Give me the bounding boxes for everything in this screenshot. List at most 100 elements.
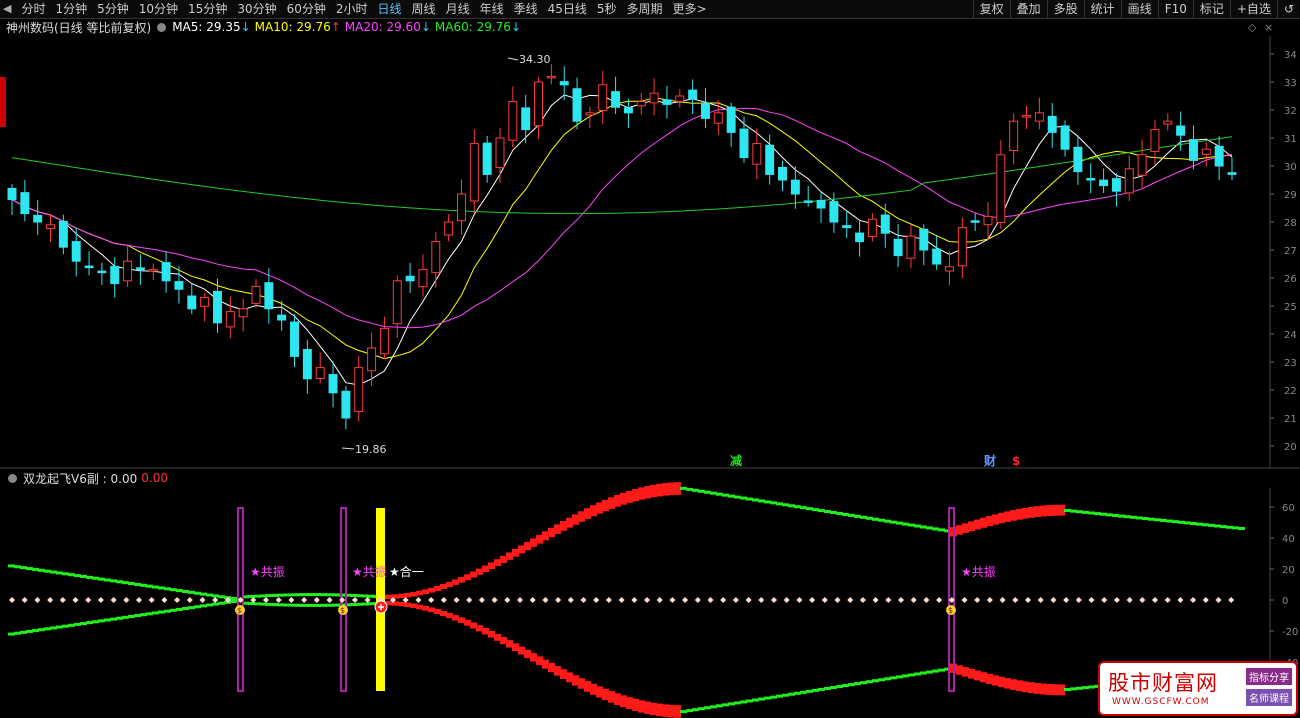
- candle-body: [328, 374, 338, 394]
- event-marker[interactable]: $: [1012, 454, 1020, 468]
- period-tab[interactable]: 更多>: [668, 0, 712, 18]
- band-lower-segment: [116, 616, 123, 620]
- band-upper-segment: [914, 524, 921, 528]
- toolbar-button[interactable]: 复权: [972, 0, 1010, 18]
- band-lower-segment: [176, 607, 183, 611]
- toolbar-right-buttons: 复权 叠加 多股 统计 画线 F10 标记 +自选 ↺: [972, 0, 1300, 18]
- band-lower-segment: [410, 603, 417, 608]
- toolbar-button[interactable]: 标记: [1192, 0, 1230, 18]
- band-lower-segment: [566, 672, 573, 683]
- band-lower-segment: [230, 599, 237, 603]
- band-upper-segment: [500, 555, 507, 563]
- band-lower-segment: [974, 670, 981, 681]
- band-upper-segment: [488, 562, 495, 570]
- zero-diamond: [199, 597, 206, 603]
- y-tick-label: 28: [1284, 218, 1297, 229]
- band-upper-segment: [212, 594, 219, 598]
- toolbar-button[interactable]: 多股: [1046, 0, 1084, 18]
- zero-diamond: [110, 597, 117, 603]
- band-lower-segment: [194, 605, 201, 609]
- band-upper-segment: [986, 516, 993, 527]
- zero-diamond: [1228, 597, 1235, 603]
- band-lower-segment: [560, 669, 567, 679]
- period-tab[interactable]: 月线: [441, 0, 475, 18]
- diamond-icon[interactable]: ◇: [1248, 21, 1257, 34]
- band-lower-segment: [1010, 679, 1017, 690]
- band-upper-segment: [1142, 517, 1149, 521]
- period-tab[interactable]: 45日线: [543, 0, 592, 18]
- candle-body: [970, 220, 980, 223]
- event-marker[interactable]: 财: [983, 453, 996, 468]
- toolbar-button[interactable]: 叠加: [1009, 0, 1047, 18]
- band-lower-segment: [722, 703, 729, 707]
- toolbar-button[interactable]: ↺: [1276, 0, 1300, 18]
- band-lower-segment: [476, 625, 483, 632]
- period-tab[interactable]: 5分钟: [92, 0, 134, 18]
- candle-body: [700, 102, 710, 119]
- period-tab[interactable]: 1分钟: [50, 0, 92, 18]
- band-upper-segment: [1202, 523, 1209, 527]
- zero-diamond: [453, 597, 460, 603]
- period-tab[interactable]: 年线: [475, 0, 509, 18]
- zero-diamond: [707, 597, 714, 603]
- event-marker[interactable]: 减: [730, 453, 742, 468]
- candle-body: [829, 201, 839, 223]
- candle-body: [1047, 115, 1057, 133]
- zero-diamond: [1063, 597, 1070, 603]
- band-lower-segment: [314, 603, 321, 607]
- band-lower-segment: [872, 679, 879, 683]
- money-bag-glyph: $: [340, 606, 345, 615]
- toolbar-button[interactable]: +自选: [1229, 0, 1277, 18]
- band-upper-segment: [230, 597, 237, 601]
- period-tab[interactable]: 多周期: [622, 0, 668, 18]
- candle-body: [1009, 120, 1019, 152]
- band-upper-segment: [1028, 506, 1035, 518]
- period-tab[interactable]: 周线: [407, 0, 441, 18]
- back-arrow-icon[interactable]: ◀: [0, 0, 16, 18]
- candlestick-chart[interactable]: ◇ × 34 33 32 31 30 29 28 27 26 25 24 23 22 21 20 34.30…: [0, 18, 1300, 469]
- band-lower-segment: [854, 682, 861, 686]
- period-tab[interactable]: 15分钟: [183, 0, 232, 18]
- band-lower-segment: [680, 710, 687, 714]
- band-lower-segment: [800, 690, 807, 694]
- zero-diamond: [1075, 597, 1082, 603]
- period-tab[interactable]: 5秒: [592, 0, 622, 18]
- band-lower-segment: [998, 676, 1005, 688]
- signal-label: ★共振: [961, 565, 996, 579]
- toolbar-button[interactable]: 统计: [1083, 0, 1121, 18]
- candle-body: [367, 347, 377, 372]
- candle-body: [84, 265, 94, 269]
- zero-diamond: [161, 597, 168, 603]
- band-lower-segment: [32, 629, 39, 633]
- period-tab[interactable]: 季线: [509, 0, 543, 18]
- close-icon[interactable]: ×: [1264, 21, 1273, 34]
- zero-diamond: [148, 597, 155, 603]
- period-tab[interactable]: 10分钟: [134, 0, 183, 18]
- period-tab[interactable]: 分时: [16, 0, 50, 18]
- band-upper-segment: [140, 583, 147, 587]
- band-lower-segment: [188, 606, 195, 610]
- band-upper-segment: [494, 559, 501, 567]
- candle-body: [675, 95, 685, 102]
- band-upper-segment: [788, 504, 795, 508]
- period-tab[interactable]: 2小时: [331, 0, 373, 18]
- y-tick-label: 22: [1284, 386, 1297, 397]
- toolbar-button[interactable]: 画线: [1120, 0, 1158, 18]
- band-lower-segment: [1058, 684, 1065, 696]
- period-tab[interactable]: 30分钟: [232, 0, 281, 18]
- ind-y-tick-label: 20: [1282, 565, 1295, 576]
- zero-diamond: [491, 597, 498, 603]
- band-lower-segment: [86, 621, 93, 625]
- period-tab[interactable]: 日线: [373, 0, 407, 18]
- ma60-line: [11, 136, 1233, 215]
- band-lower-segment: [416, 604, 423, 610]
- zero-diamond: [1177, 597, 1184, 603]
- band-upper-segment: [1022, 507, 1029, 519]
- toolbar-button[interactable]: F10: [1157, 0, 1193, 18]
- candle-body: [187, 295, 197, 310]
- band-upper-segment: [902, 522, 909, 526]
- band-lower-segment: [578, 678, 585, 689]
- candle-body: [341, 390, 351, 419]
- period-tab[interactable]: 60分钟: [282, 0, 331, 18]
- candle-body: [1034, 112, 1044, 122]
